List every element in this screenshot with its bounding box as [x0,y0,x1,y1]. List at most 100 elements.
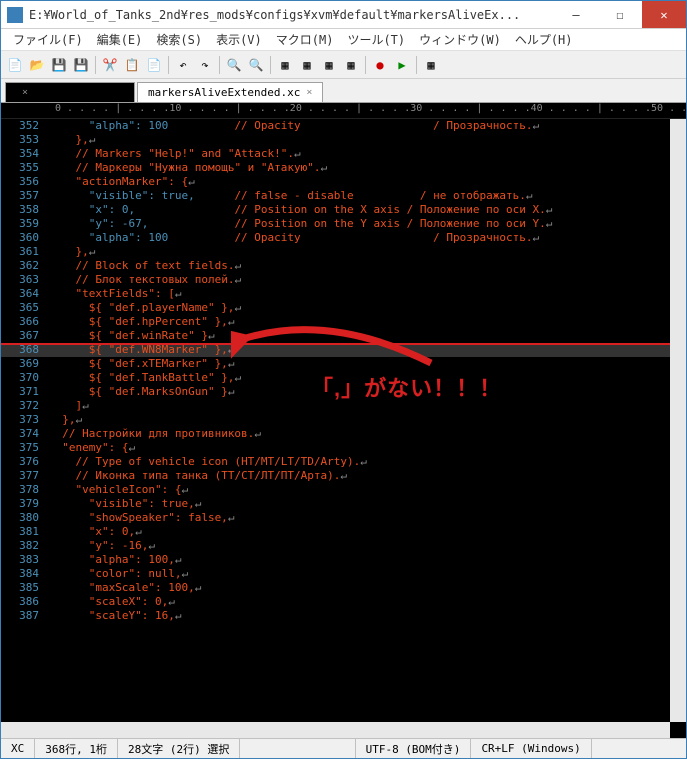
code-line[interactable]: 369 ${ "def.xTEMarker" },↵ [1,357,670,371]
line-content[interactable]: ${ "def.TankBattle" },↵ [49,371,241,385]
maximize-button[interactable]: ☐ [598,1,642,28]
save-all-icon[interactable]: 💾 [71,55,91,75]
code-line[interactable]: 383 "alpha": 100,↵ [1,553,670,567]
code-line[interactable]: 364 "textFields": [↵ [1,287,670,301]
play-icon[interactable]: ▶ [392,55,412,75]
line-content[interactable]: "x": 0,↵ [49,525,142,539]
close-button[interactable]: ✕ [642,1,686,28]
search-icon[interactable]: 🔍 [224,55,244,75]
replace-icon[interactable]: 🔍 [246,55,266,75]
tab-close-icon[interactable]: × [306,87,312,98]
menu-tools[interactable]: ツール(T) [341,29,411,50]
cut-icon[interactable]: ✂️ [100,55,120,75]
status-position[interactable]: 368行, 1桁 [35,739,118,758]
code-line[interactable]: 379 "visible": true,↵ [1,497,670,511]
code-line[interactable]: 361 },↵ [1,245,670,259]
line-content[interactable]: "maxScale": 100,↵ [49,581,201,595]
record-icon[interactable]: ● [370,55,390,75]
tool1-icon[interactable]: ▦ [275,55,295,75]
line-content[interactable]: // Markers "Help!" and "Attack!".↵ [49,147,301,161]
code-line[interactable]: 384 "color": null,↵ [1,567,670,581]
code-line[interactable]: 382 "y": -16,↵ [1,539,670,553]
code-line[interactable]: 363 // Блок текстовых полей.↵ [1,273,670,287]
code-line[interactable]: 376 // Type of vehicle icon (HT/MT/LT/TD… [1,455,670,469]
line-content[interactable]: // Иконка типа танка (ТТ/СТ/ЛТ/ПТ/Арта).… [49,469,347,483]
menu-file[interactable]: ファイル(F) [7,29,89,50]
vertical-scrollbar[interactable] [670,119,686,722]
line-content[interactable]: "alpha": 100 // Opacity / Прозрачность.↵ [49,231,539,245]
tool4-icon[interactable]: ▦ [341,55,361,75]
code-line[interactable]: 381 "x": 0,↵ [1,525,670,539]
save-icon[interactable]: 💾 [49,55,69,75]
line-content[interactable]: },↵ [49,133,95,147]
line-content[interactable]: },↵ [49,245,95,259]
line-content[interactable]: ]↵ [49,399,89,413]
code-line[interactable]: 374 // Настройки для противников.↵ [1,427,670,441]
minimize-button[interactable]: — [554,1,598,28]
status-encoding[interactable]: UTF-8 (BOM付き) [356,739,472,758]
line-content[interactable]: ${ "def.MarksOnGun" }↵ [49,385,234,399]
code-editor[interactable]: 352 "alpha": 100 // Opacity / Прозрачнос… [1,119,670,722]
line-content[interactable]: },↵ [49,413,82,427]
line-content[interactable]: ${ "def.winRate" }↵ [49,329,215,343]
line-content[interactable]: "showSpeaker": false,↵ [49,511,234,525]
line-content[interactable]: ${ "def.xTEMarker" },↵ [49,357,234,371]
code-line[interactable]: 380 "showSpeaker": false,↵ [1,511,670,525]
code-line[interactable]: 385 "maxScale": 100,↵ [1,581,670,595]
code-line[interactable]: 357 "visible": true, // false - disable … [1,189,670,203]
code-line[interactable]: 375 "enemy": {↵ [1,441,670,455]
line-content[interactable]: // Block of text fields.↵ [49,259,241,273]
code-line[interactable]: 367 ${ "def.winRate" }↵ [1,329,670,343]
line-content[interactable]: "textFields": [↵ [49,287,181,301]
line-content[interactable]: // Маркеры "Нужна помощь" и "Атакую".↵ [49,161,327,175]
new-file-icon[interactable]: 📄 [5,55,25,75]
line-content[interactable]: ${ "def.hpPercent" },↵ [49,315,234,329]
code-line[interactable]: 354 // Markers "Help!" and "Attack!".↵ [1,147,670,161]
code-line[interactable]: 368 ${ "def.WN8Marker" },↵ [1,343,670,357]
paste-icon[interactable]: 📄 [144,55,164,75]
undo-icon[interactable]: ↶ [173,55,193,75]
line-content[interactable]: "actionMarker": {↵ [49,175,195,189]
line-content[interactable]: "alpha": 100,↵ [49,553,181,567]
code-line[interactable]: 353 },↵ [1,133,670,147]
code-line[interactable]: 355 // Маркеры "Нужна помощь" и "Атакую"… [1,161,670,175]
line-content[interactable]: "visible": true,↵ [49,497,201,511]
line-content[interactable]: "y": -16,↵ [49,539,155,553]
line-content[interactable]: ${ "def.playerName" },↵ [49,301,241,315]
tab-active[interactable]: markersAliveExtended.xc × [137,82,323,102]
tab-0[interactable]: × [5,82,135,102]
status-eol[interactable]: CR+LF (Windows) [471,739,591,758]
line-content[interactable]: "y": -67, // Position on the Y axis / По… [49,217,552,231]
code-line[interactable]: 365 ${ "def.playerName" },↵ [1,301,670,315]
line-content[interactable]: "alpha": 100 // Opacity / Прозрачность.↵ [49,119,539,133]
open-file-icon[interactable]: 📂 [27,55,47,75]
line-content[interactable]: "visible": true, // false - disable / не… [49,189,532,203]
code-line[interactable]: 360 "alpha": 100 // Opacity / Прозрачнос… [1,231,670,245]
copy-icon[interactable]: 📋 [122,55,142,75]
titlebar[interactable]: E:¥World_of_Tanks_2nd¥res_mods¥configs¥x… [1,1,686,29]
line-content[interactable]: "enemy": {↵ [49,441,135,455]
line-content[interactable]: "scaleY": 16,↵ [49,609,181,623]
menu-view[interactable]: 表示(V) [210,29,268,50]
line-content[interactable]: // Настройки для противников.↵ [49,427,261,441]
code-line[interactable]: 377 // Иконка типа танка (ТТ/СТ/ЛТ/ПТ/Ар… [1,469,670,483]
line-content[interactable]: // Type of vehicle icon (HT/MT/LT/TD/Art… [49,455,367,469]
tab-close-icon[interactable]: × [22,87,28,98]
line-content[interactable]: "x": 0, // Position on the X axis / Поло… [49,203,552,217]
menu-help[interactable]: ヘルプ(H) [509,29,579,50]
code-line[interactable]: 359 "y": -67, // Position on the Y axis … [1,217,670,231]
menu-macro[interactable]: マクロ(M) [270,29,340,50]
line-content[interactable]: "color": null,↵ [49,567,188,581]
code-line[interactable]: 358 "x": 0, // Position on the X axis / … [1,203,670,217]
settings-icon[interactable]: ▦ [421,55,441,75]
menu-search[interactable]: 検索(S) [150,29,208,50]
tool3-icon[interactable]: ▦ [319,55,339,75]
code-line[interactable]: 352 "alpha": 100 // Opacity / Прозрачнос… [1,119,670,133]
menu-edit[interactable]: 編集(E) [91,29,149,50]
line-content[interactable]: ${ "def.WN8Marker" },↵ [49,343,234,357]
line-content[interactable]: // Блок текстовых полей.↵ [49,273,241,287]
horizontal-scrollbar[interactable] [1,722,670,738]
code-line[interactable]: 386 "scaleX": 0,↵ [1,595,670,609]
line-content[interactable]: "scaleX": 0,↵ [49,595,175,609]
code-line[interactable]: 378 "vehicleIcon": {↵ [1,483,670,497]
